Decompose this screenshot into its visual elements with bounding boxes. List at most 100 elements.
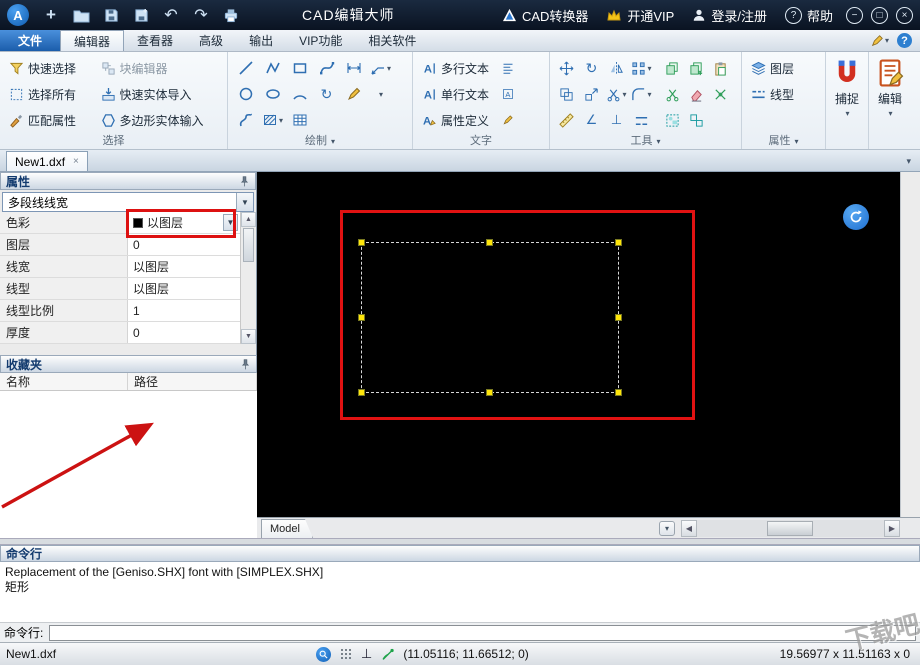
command-input[interactable] bbox=[49, 625, 916, 641]
mirror-tool-button[interactable] bbox=[609, 61, 624, 76]
open-file-button[interactable] bbox=[66, 3, 96, 27]
scroll-up-icon[interactable]: ▲ bbox=[241, 212, 256, 227]
tab-output[interactable]: 输出 bbox=[236, 30, 286, 51]
grid-snap-button[interactable] bbox=[340, 648, 352, 660]
grip-handle[interactable] bbox=[615, 389, 622, 396]
copy-with-base-button[interactable] bbox=[689, 61, 704, 76]
maximize-button[interactable]: □ bbox=[871, 7, 888, 24]
quick-entity-import-button[interactable]: 快速实体导入 bbox=[96, 81, 224, 107]
offset-tool-button[interactable] bbox=[559, 87, 574, 102]
select-all-button[interactable]: 选择所有 bbox=[4, 81, 96, 107]
scroll-left-icon[interactable]: ◀ bbox=[681, 520, 697, 537]
ellipse-tool-button[interactable] bbox=[265, 86, 281, 102]
cad-converter-button[interactable]: CAD转换器 bbox=[502, 6, 588, 25]
quick-style-button[interactable]: ▾ bbox=[870, 34, 889, 48]
grip-handle[interactable] bbox=[486, 389, 493, 396]
horizontal-scrollbar[interactable]: ◀ ▶ bbox=[681, 520, 900, 537]
paste-button[interactable] bbox=[713, 61, 728, 76]
group-button[interactable] bbox=[665, 113, 680, 128]
layers-button[interactable]: 图层 bbox=[746, 55, 821, 81]
text-align-button[interactable] bbox=[502, 62, 514, 74]
fillet-tool-button[interactable]: ▾ bbox=[631, 87, 651, 102]
table-tool-button[interactable] bbox=[292, 112, 308, 128]
scale-tool-button[interactable] bbox=[584, 87, 599, 102]
erase-button[interactable] bbox=[689, 87, 704, 102]
polyline-tool-button[interactable] bbox=[265, 60, 281, 76]
attribute-define-button[interactable]: A 属性定义 bbox=[417, 107, 494, 133]
grip-handle[interactable] bbox=[358, 314, 365, 321]
layout-list-button[interactable]: ▾ bbox=[659, 521, 675, 536]
tab-viewer[interactable]: 查看器 bbox=[124, 30, 186, 51]
spline-tool-button[interactable] bbox=[319, 60, 335, 76]
scrollbar-thumb[interactable] bbox=[243, 228, 254, 262]
panel-splitter[interactable] bbox=[0, 538, 920, 545]
grip-handle[interactable] bbox=[486, 239, 493, 246]
tab-list-dropdown-button[interactable]: ▾ bbox=[901, 151, 916, 171]
perpendicular-tool-button[interactable]: ⊥ bbox=[611, 112, 622, 128]
block-editor-button[interactable]: 块编辑器 bbox=[96, 55, 224, 81]
grip-handle[interactable] bbox=[615, 239, 622, 246]
trim-tool-button[interactable]: ▾ bbox=[606, 87, 626, 102]
tab-editor[interactable]: 编辑器 bbox=[60, 30, 124, 51]
column-name[interactable]: 名称 bbox=[0, 373, 128, 390]
edit-text-button[interactable] bbox=[502, 114, 514, 126]
leader-tool-button[interactable]: ▾ bbox=[370, 60, 391, 76]
scroll-down-icon[interactable]: ▼ bbox=[241, 329, 256, 344]
zoom-status-button[interactable] bbox=[316, 647, 331, 662]
edit-button[interactable]: 编辑 ▾ bbox=[869, 52, 911, 149]
ribbon-help-button[interactable]: ? bbox=[897, 33, 912, 48]
model-tab[interactable]: Model bbox=[261, 519, 313, 538]
draw-more-button[interactable]: ▾ bbox=[378, 90, 383, 99]
angle-tool-button[interactable]: ∠ bbox=[586, 112, 598, 128]
undo-button[interactable]: ↶ bbox=[156, 3, 186, 27]
array-tool-button[interactable]: ▾ bbox=[631, 61, 651, 76]
tab-advanced[interactable]: 高级 bbox=[186, 30, 236, 51]
multiline-text-button[interactable]: A 多行文本 bbox=[417, 55, 494, 81]
circle-tool-button[interactable] bbox=[238, 86, 254, 102]
polygon-entity-input-button[interactable]: 多边形实体输入 bbox=[96, 107, 224, 133]
selected-rectangle-entity[interactable] bbox=[361, 242, 619, 393]
vip-button[interactable]: 开通VIP bbox=[606, 6, 674, 25]
scroll-right-icon[interactable]: ▶ bbox=[884, 520, 900, 537]
pin-icon[interactable] bbox=[239, 176, 250, 187]
ungroup-button[interactable] bbox=[689, 113, 704, 128]
property-row-lineweight[interactable]: 线宽 以图层 bbox=[0, 256, 240, 278]
property-row-thickness[interactable]: 厚度 0 bbox=[0, 322, 240, 344]
column-path[interactable]: 路径 bbox=[128, 373, 257, 390]
scrollbar-track[interactable] bbox=[697, 520, 884, 537]
login-button[interactable]: 登录/注册 bbox=[692, 6, 767, 25]
property-row-linetype[interactable]: 线型 以图层 bbox=[0, 278, 240, 300]
property-row-layer[interactable]: 图层 0 bbox=[0, 234, 240, 256]
tab-related-software[interactable]: 相关软件 bbox=[355, 30, 429, 51]
freehand-spline-button[interactable] bbox=[238, 112, 254, 128]
document-tab[interactable]: New1.dxf × bbox=[6, 151, 88, 171]
save-button[interactable] bbox=[96, 3, 126, 27]
canvas-right-scrollbar[interactable] bbox=[900, 172, 920, 538]
match-properties-button[interactable]: 匹配属性 bbox=[4, 107, 96, 133]
help-button[interactable]: ? 帮助 bbox=[785, 6, 833, 25]
dimension-tool-button[interactable] bbox=[346, 60, 362, 76]
cut-button[interactable] bbox=[665, 87, 680, 102]
print-button[interactable] bbox=[216, 3, 246, 27]
rotate-tool-button[interactable]: ↻ bbox=[586, 60, 598, 77]
redo-button[interactable]: ↷ bbox=[186, 3, 216, 27]
join-tool-button[interactable] bbox=[634, 113, 649, 128]
line-tool-button[interactable] bbox=[238, 60, 254, 76]
text-frame-button[interactable]: A bbox=[502, 88, 514, 100]
chevron-down-icon[interactable]: ▼ bbox=[223, 214, 238, 231]
singleline-text-button[interactable]: A 单行文本 bbox=[417, 81, 494, 107]
grip-handle[interactable] bbox=[358, 239, 365, 246]
explode-button[interactable] bbox=[713, 87, 728, 102]
measure-tool-button[interactable] bbox=[559, 113, 574, 128]
minimize-button[interactable]: − bbox=[846, 7, 863, 24]
close-button[interactable]: × bbox=[896, 7, 913, 24]
save-as-button[interactable] bbox=[126, 3, 156, 27]
arc-tool-button[interactable] bbox=[292, 86, 308, 102]
property-row-linetype-scale[interactable]: 线型比例 1 bbox=[0, 300, 240, 322]
linetype-button[interactable]: 线型 bbox=[746, 81, 821, 107]
file-menu-button[interactable]: 文件 bbox=[0, 30, 60, 51]
tab-vip-features[interactable]: VIP功能 bbox=[286, 30, 355, 51]
grip-handle[interactable] bbox=[615, 314, 622, 321]
quick-select-button[interactable]: 快速选择 bbox=[4, 55, 96, 81]
favorites-list[interactable] bbox=[0, 391, 257, 538]
